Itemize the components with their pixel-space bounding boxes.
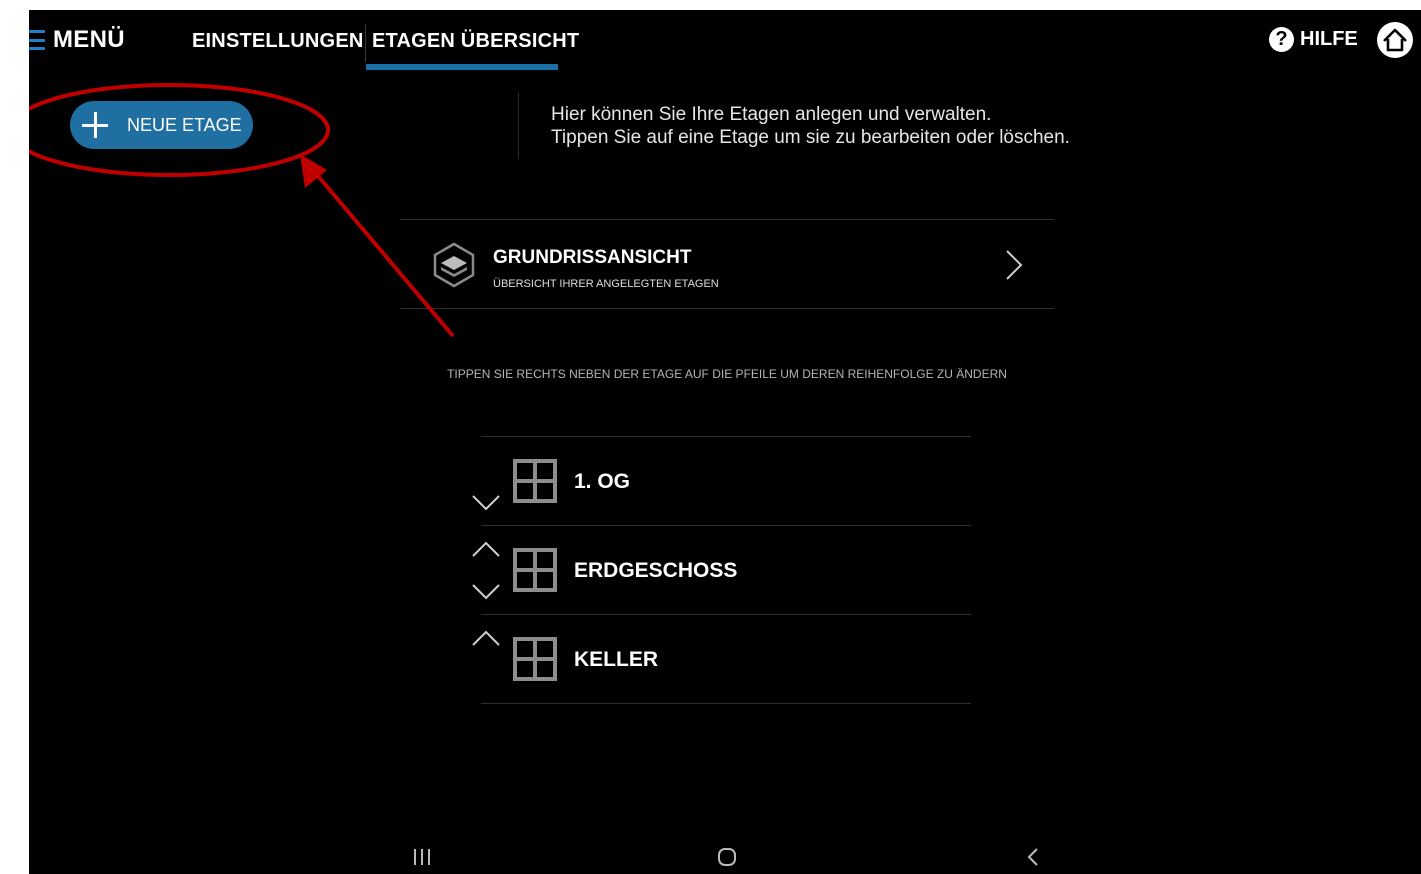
new-floor-label: NEUE ETAGE: [127, 114, 242, 135]
help-button[interactable]: ? HILFE: [1269, 27, 1358, 52]
floor-grid-icon: [513, 548, 557, 592]
move-up-icon[interactable]: [471, 540, 501, 558]
floor-name: ERDGESCHOSS: [574, 559, 738, 582]
move-up-icon[interactable]: [471, 629, 501, 647]
floor-name: KELLER: [574, 648, 658, 671]
help-label: HILFE: [1300, 28, 1358, 50]
home-circle-icon[interactable]: [716, 846, 738, 868]
divider: [400, 308, 1054, 309]
order-hint: TIPPEN SIE RECHTS NEBEN DER ETAGE AUF DI…: [447, 367, 1007, 381]
floor-row-1-og[interactable]: 1. OG: [481, 437, 971, 525]
new-floor-button[interactable]: NEUE ETAGE: [70, 101, 253, 149]
question-circle-icon: ?: [1269, 27, 1294, 52]
tab-floor-overview[interactable]: ETAGEN ÜBERSICHT: [372, 30, 579, 53]
floor-name: 1. OG: [574, 470, 631, 493]
tab-divider: [365, 24, 366, 62]
floor-row-erdgeschoss[interactable]: ERDGESCHOSS: [481, 526, 971, 614]
layers-icon: [433, 242, 475, 288]
annotation-arrow-head: [300, 154, 327, 188]
back-icon[interactable]: [1024, 846, 1042, 868]
active-tab-indicator: [366, 64, 558, 70]
info-line-1: Hier können Sie Ihre Etagen anlegen und …: [551, 104, 992, 125]
tab-settings[interactable]: EINSTELLUNGEN: [192, 30, 364, 53]
divider: [481, 703, 971, 704]
floor-grid-icon: [513, 459, 557, 503]
home-icon[interactable]: [1376, 21, 1414, 59]
hamburger-icon: [29, 30, 45, 50]
floor-row-keller[interactable]: KELLER: [481, 615, 971, 703]
chevron-right-icon: [1006, 250, 1023, 280]
info-divider: [518, 93, 519, 159]
move-down-icon[interactable]: [471, 494, 501, 512]
floorplan-view-subtitle: ÜBERSICHT IHRER ANGELEGTEN ETAGEN: [493, 278, 719, 290]
plus-icon: [82, 112, 108, 138]
app-screen: MENÜ EINSTELLUNGEN ETAGEN ÜBERSICHT ? HI…: [29, 10, 1421, 874]
menu-label: MENÜ: [53, 26, 125, 53]
floor-grid-icon: [513, 637, 557, 681]
menu-button[interactable]: MENÜ: [29, 26, 125, 54]
move-down-icon[interactable]: [471, 583, 501, 601]
floorplan-view-title: GRUNDRISSANSICHT: [493, 247, 692, 268]
floorplan-view-row[interactable]: GRUNDRISSANSICHT ÜBERSICHT IHRER ANGELEG…: [400, 220, 1054, 308]
info-line-2: Tippen Sie auf eine Etage um sie zu bear…: [551, 127, 1070, 148]
recent-apps-icon[interactable]: [412, 846, 432, 868]
info-text: Hier können Sie Ihre Etagen anlegen und …: [551, 103, 1070, 149]
